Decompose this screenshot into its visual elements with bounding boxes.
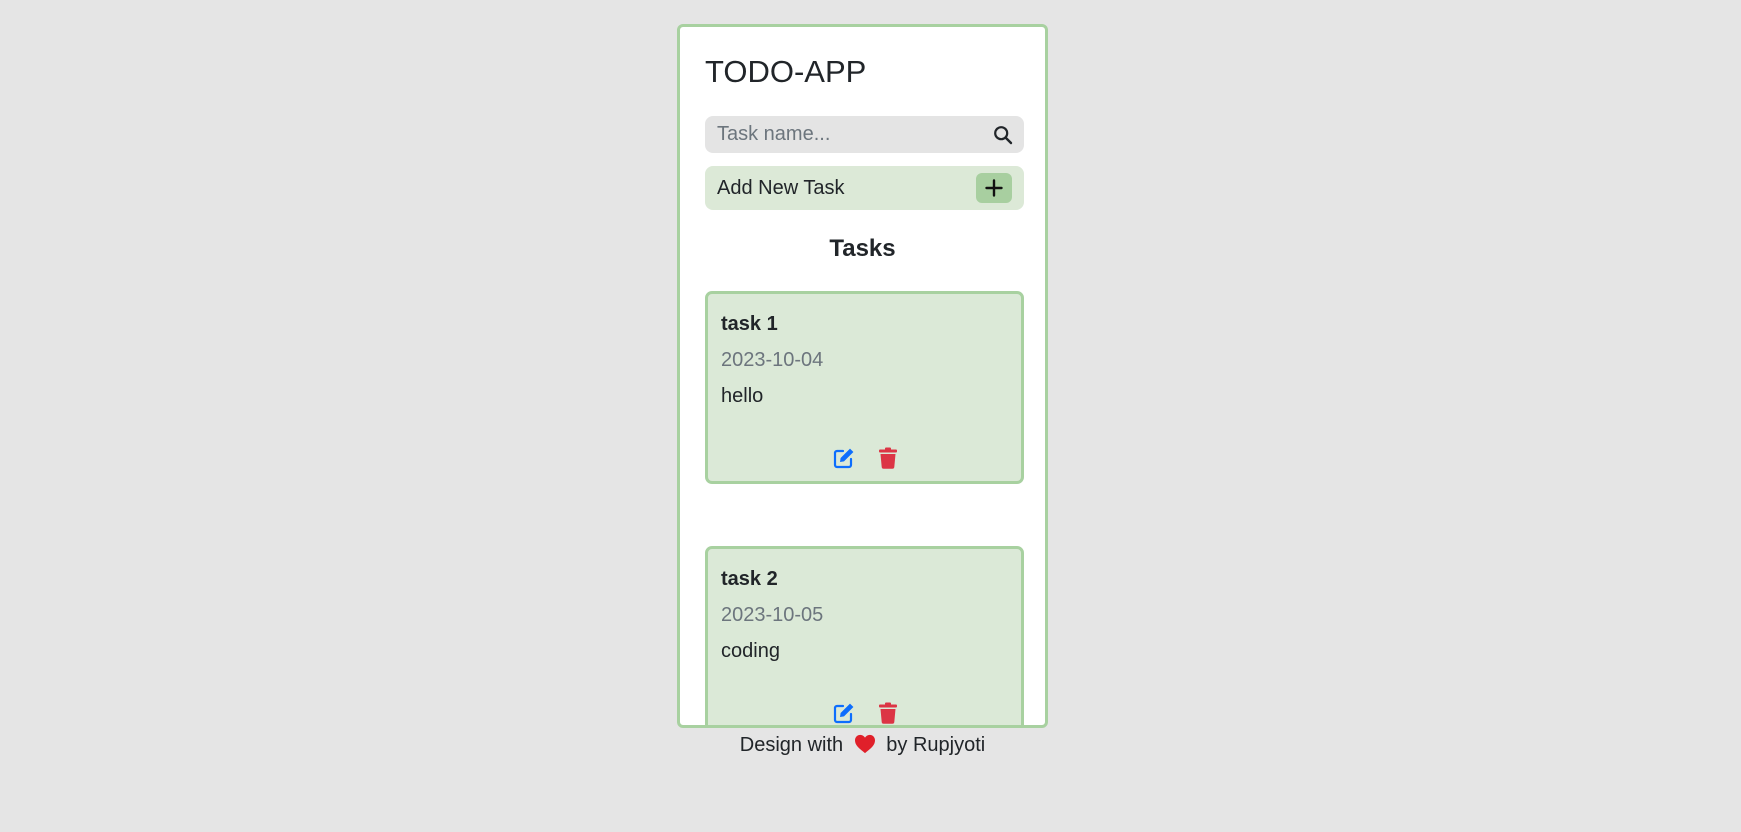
search-bar <box>705 116 1024 153</box>
trash-icon[interactable] <box>879 702 897 724</box>
task-actions <box>708 702 1021 725</box>
footer-suffix: by Rupjyoti <box>886 734 986 756</box>
trash-icon[interactable] <box>879 447 897 469</box>
add-new-task-button[interactable]: Add New Task <box>705 166 1024 210</box>
add-task-plus-button[interactable] <box>976 173 1012 203</box>
task-date: 2023-10-04 <box>721 349 824 371</box>
edit-icon[interactable] <box>833 702 855 724</box>
edit-icon[interactable] <box>833 447 855 469</box>
add-new-task-label: Add New Task <box>717 177 845 199</box>
search-icon[interactable] <box>993 125 1013 145</box>
task-card: task 2 2023-10-05 coding <box>705 546 1024 725</box>
footer-prefix: Design with <box>739 734 844 756</box>
task-description: hello <box>721 385 764 407</box>
heart-icon <box>854 734 875 754</box>
app-title: TODO-APP <box>705 54 867 89</box>
search-input[interactable] <box>705 116 985 153</box>
task-card: task 1 2023-10-04 hello <box>705 291 1024 484</box>
task-description: coding <box>721 640 780 662</box>
footer: Design with by Rupjyoti <box>677 734 1048 757</box>
task-name: task 1 <box>721 313 778 335</box>
task-actions <box>708 447 1021 471</box>
plus-icon <box>985 179 1003 197</box>
tasks-heading: Tasks <box>829 235 896 262</box>
task-date: 2023-10-05 <box>721 604 824 626</box>
task-name: task 2 <box>721 568 778 590</box>
todo-app-card: TODO-APP Add New Task Tasks task 1 2023-… <box>677 24 1048 728</box>
